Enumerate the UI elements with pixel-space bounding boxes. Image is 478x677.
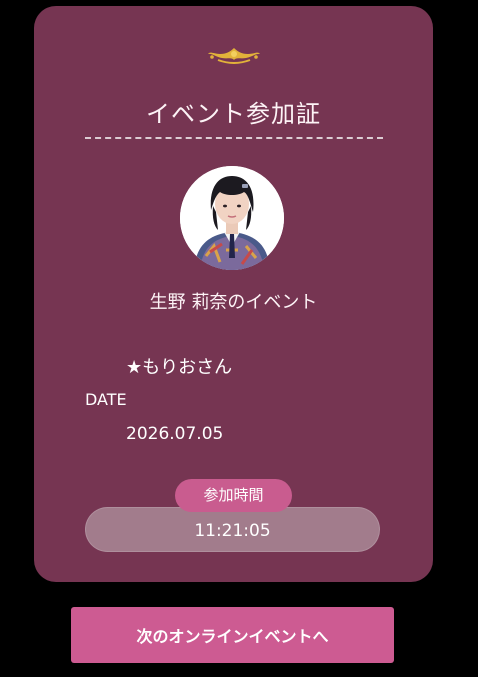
date-value: 2026.07.05 [126,424,224,444]
date-label: DATE [85,390,127,409]
gold-ornament-icon [208,48,260,64]
participation-time-badge: 参加時間 [175,479,292,512]
certificate-title: イベント参加証 [146,100,321,128]
event-certificate-card: イベント参加証 生野 莉奈のイベント ★もりおさん DATE 2026.07.0… [34,6,433,582]
avatar [180,166,284,270]
event-name: 生野 莉奈のイベント [149,292,318,313]
next-online-event-button[interactable]: 次のオンラインイベントへ [71,607,394,663]
participation-time-value: 11:21:05 [85,507,380,552]
dashed-divider [85,137,383,139]
participant-nickname: ★もりおさん [126,357,233,378]
member-photo-icon [180,166,284,270]
